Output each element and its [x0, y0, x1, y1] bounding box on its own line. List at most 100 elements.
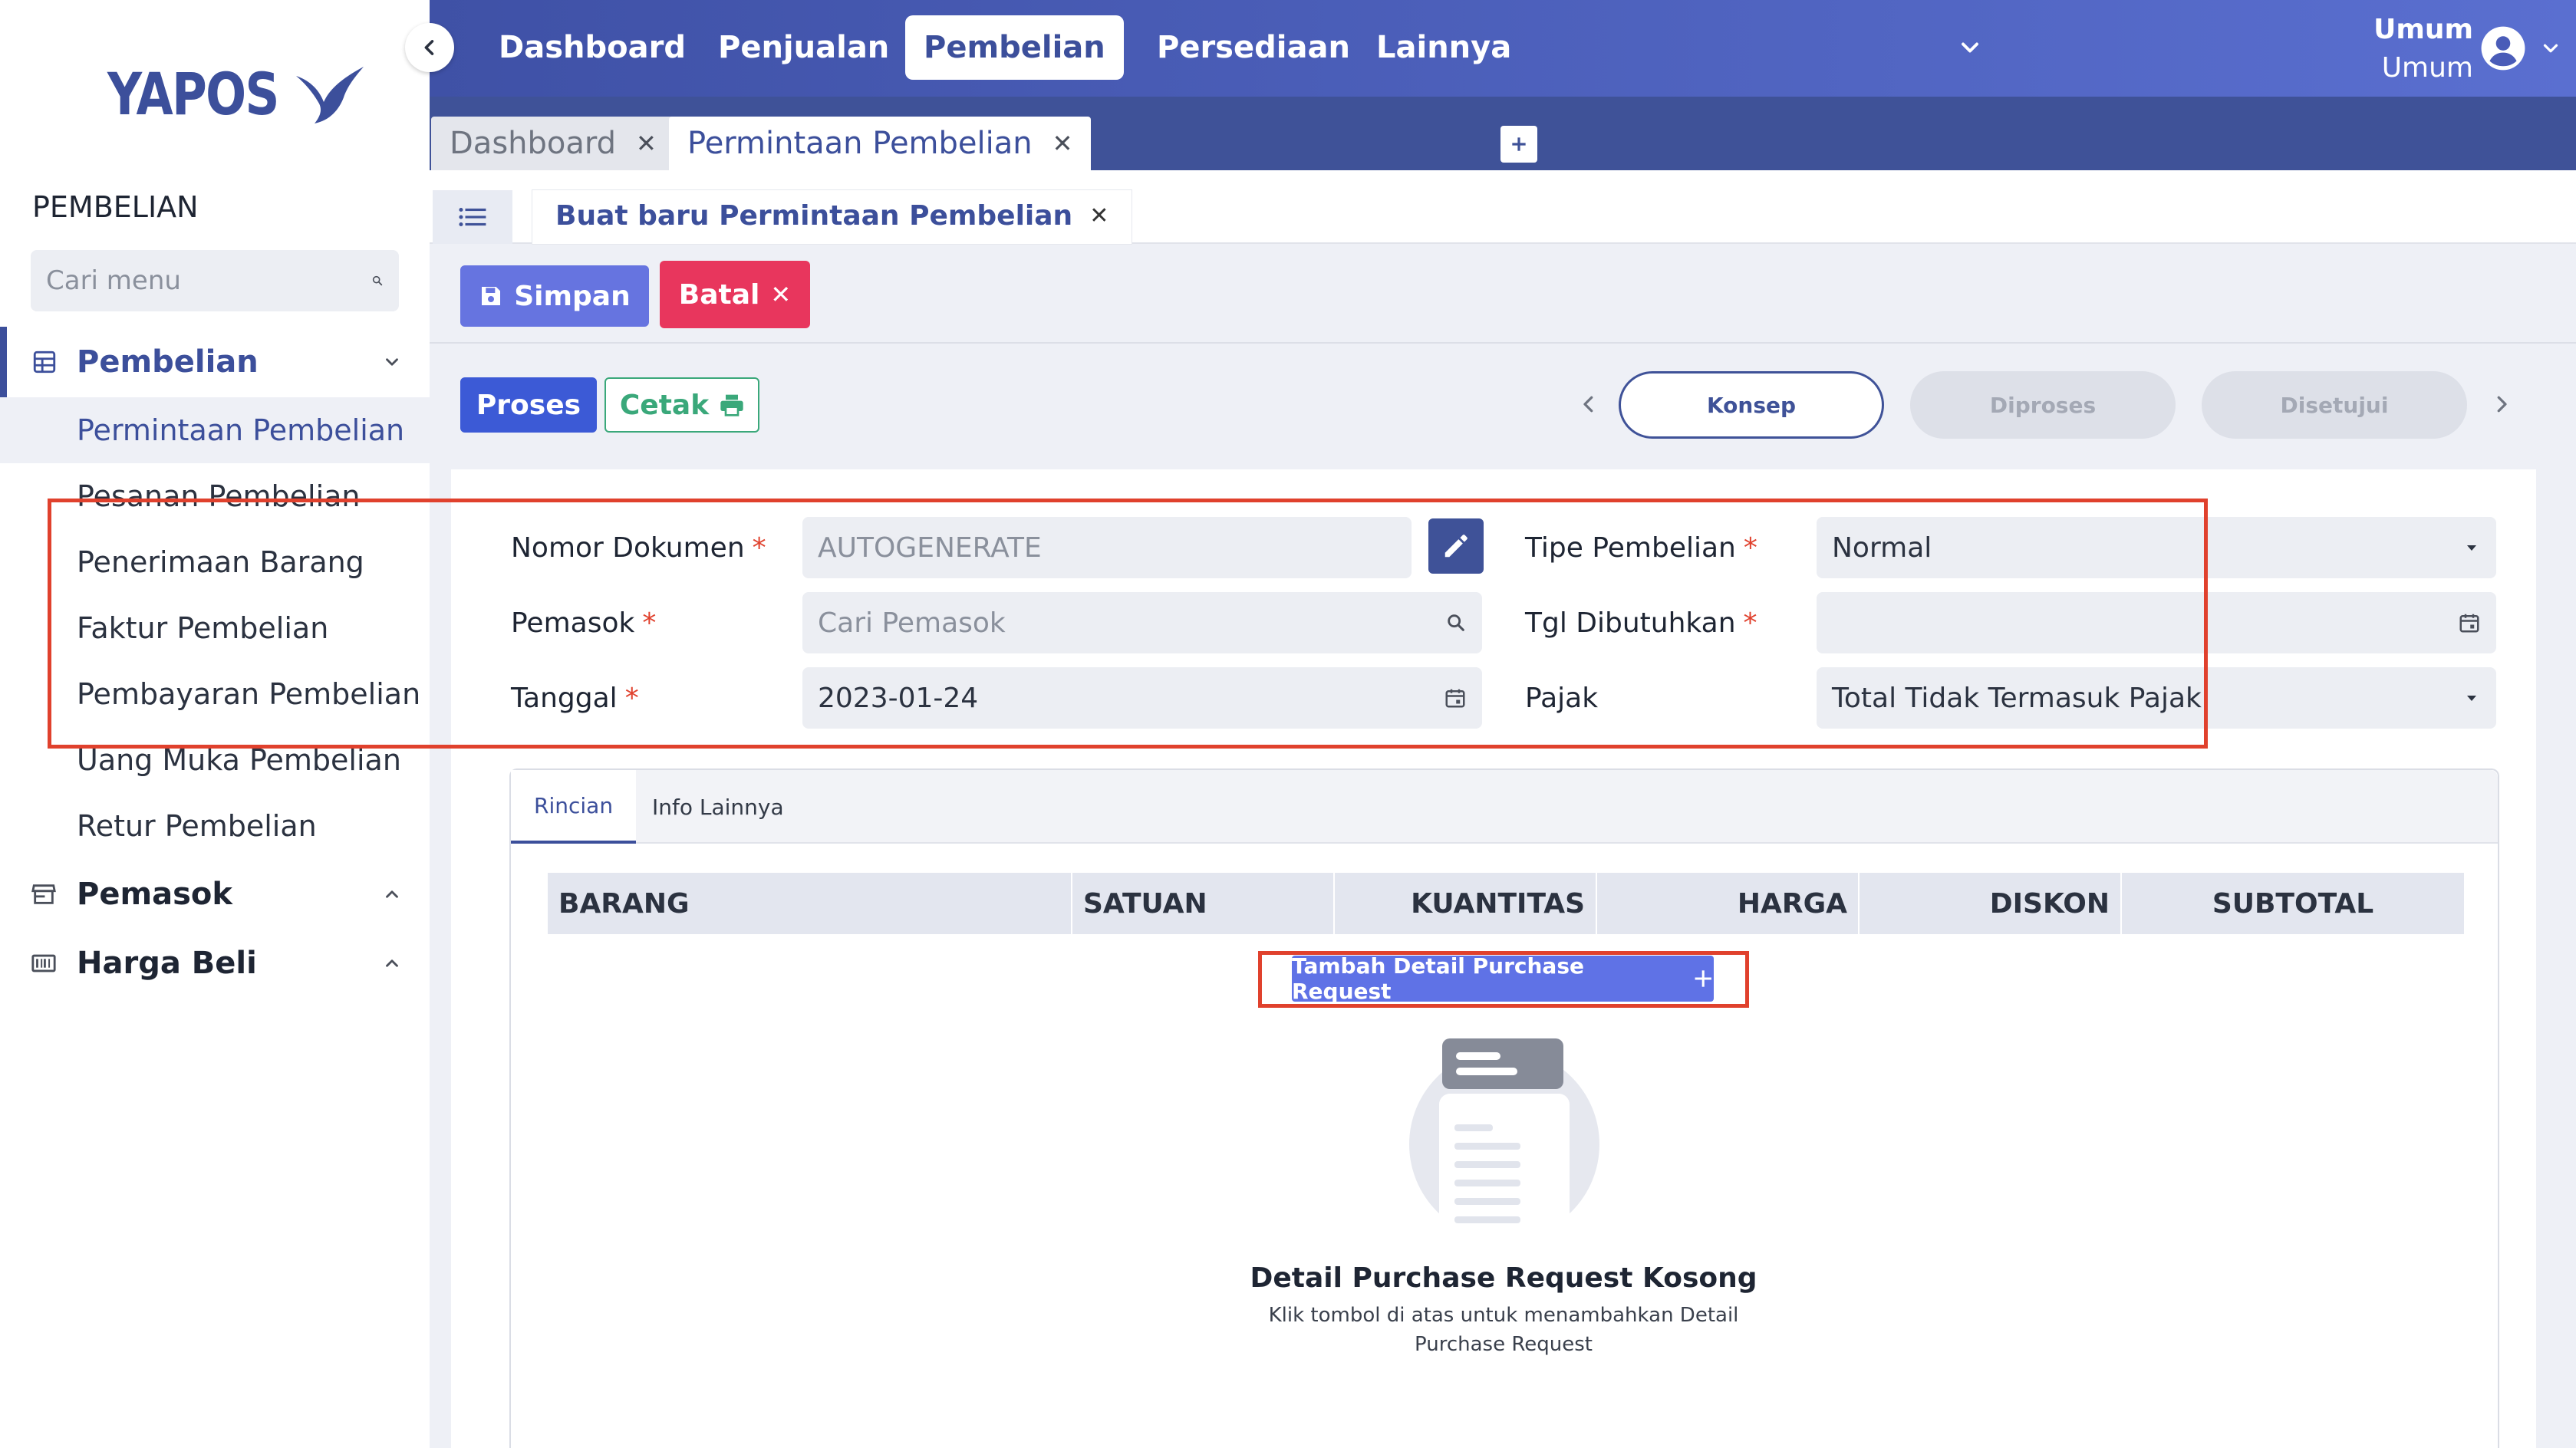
sidebar-item-uang-muka-pembelian[interactable]: Uang Muka Pembelian: [0, 727, 430, 793]
chevron-left-icon[interactable]: [1577, 393, 1600, 416]
tab-label: Buat baru Permintaan Pembelian: [555, 200, 1073, 232]
tab-rincian[interactable]: Rincian: [511, 770, 637, 844]
grid-table-icon: [33, 350, 56, 374]
tipe-pembelian-select[interactable]: Normal: [1817, 517, 2496, 578]
save-icon: [482, 287, 501, 305]
tanggal-field[interactable]: 2023-01-24: [802, 667, 1482, 729]
list-icon: [459, 207, 486, 227]
tab-permintaan-pembelian[interactable]: Permintaan Pembelian ✕: [669, 117, 1092, 170]
nav-dashboard[interactable]: Dashboard: [480, 15, 704, 80]
add-detail-button[interactable]: Tambah Detail Purchase Request: [1292, 953, 1714, 1004]
process-button[interactable]: Proses: [460, 377, 597, 433]
tanggal-label: Tanggal *: [511, 667, 639, 729]
pajak-value: Total Tidak Termasuk Pajak: [1832, 682, 2202, 714]
required-mark: *: [642, 607, 657, 639]
sidebar-item-pembayaran-pembelian[interactable]: Pembayaran Pembelian: [0, 661, 430, 727]
column-header-subtotal[interactable]: SUBTOTAL: [2122, 873, 2464, 934]
pajak-label: Pajak: [1525, 667, 1598, 729]
nav-penjualan[interactable]: Penjualan: [700, 15, 908, 80]
workflow-step-konsep[interactable]: Konsep: [1619, 371, 1884, 439]
sidebar-group-label: Harga Beli: [77, 946, 257, 981]
column-header-barang[interactable]: BARANG: [548, 873, 1072, 934]
close-icon[interactable]: ✕: [1052, 129, 1073, 158]
chevron-right-icon[interactable]: [2490, 393, 2513, 416]
sidebar-item-permintaan-pembelian[interactable]: Permintaan Pembelian: [0, 397, 430, 463]
workflow-step-diproses[interactable]: Diproses: [1910, 371, 2176, 439]
required-mark: *: [624, 682, 639, 714]
pemasok-search-input[interactable]: [818, 607, 1445, 639]
sidebar-group-pemasok[interactable]: Pemasok: [0, 859, 430, 930]
tab-label: Dashboard: [450, 126, 617, 161]
caret-down-icon: [2467, 545, 2476, 551]
nav-pembelian[interactable]: Pembelian: [905, 15, 1124, 80]
close-icon[interactable]: ✕: [1089, 202, 1108, 229]
menu-search[interactable]: [31, 250, 399, 311]
nav-persediaan[interactable]: Persediaan: [1138, 15, 1369, 80]
detail-table-header: BARANG SATUAN KUANTITAS HARGA DISKON SUB…: [548, 873, 2464, 934]
document-tabs: Dashboard ✕ Permintaan Pembelian ✕: [430, 97, 2576, 170]
process-label: Proses: [476, 389, 581, 421]
chevron-down-icon[interactable]: [382, 352, 402, 372]
workflow-step-disetujui[interactable]: Disetujui: [2202, 371, 2467, 439]
pemasok-field[interactable]: [802, 592, 1482, 653]
list-view-button[interactable]: [433, 190, 512, 244]
sidebar-group-pembelian[interactable]: Pembelian: [0, 327, 430, 397]
printer-icon: [720, 394, 743, 416]
close-icon[interactable]: ✕: [636, 129, 657, 158]
chevron-down-icon[interactable]: [1956, 34, 1984, 61]
nomor-dokumen-field[interactable]: [802, 517, 1412, 578]
brand-name: YAPOS: [107, 60, 279, 128]
save-button[interactable]: Simpan: [460, 265, 649, 327]
chevron-down-icon[interactable]: [2539, 37, 2562, 60]
print-button[interactable]: Cetak: [604, 377, 759, 433]
column-header-harga[interactable]: HARGA: [1597, 873, 1860, 934]
required-mark: *: [1743, 607, 1757, 639]
add-tab-button[interactable]: [1500, 126, 1537, 163]
print-label: Cetak: [619, 389, 710, 421]
top-navigation: Dashboard Penjualan Pembelian Persediaan…: [430, 0, 2576, 97]
tab-info-lainnya[interactable]: Info Lainnya: [629, 770, 807, 844]
store-icon: [31, 884, 56, 904]
calendar-icon[interactable]: [1444, 686, 1467, 709]
brand-logo[interactable]: YAPOS: [107, 60, 367, 128]
user-avatar-icon[interactable]: [2479, 25, 2527, 72]
search-icon[interactable]: [371, 269, 384, 292]
tab-label: Permintaan Pembelian: [687, 126, 1033, 161]
required-mark: *: [752, 531, 766, 564]
search-icon[interactable]: [1445, 612, 1467, 634]
tanggal-value: 2023-01-24: [818, 682, 979, 714]
nomor-dokumen-label: Nomor Dokumen *: [511, 517, 766, 578]
collapse-sidebar-button[interactable]: [405, 23, 454, 72]
column-header-diskon[interactable]: DISKON: [1860, 873, 2122, 934]
tab-dashboard[interactable]: Dashboard ✕: [431, 117, 675, 170]
sidebar-item-penerimaan-barang[interactable]: Penerimaan Barang: [0, 529, 430, 595]
label-text: Nomor Dokumen: [511, 531, 745, 564]
cancel-button[interactable]: Batal ✕: [660, 261, 810, 328]
column-header-satuan[interactable]: SATUAN: [1072, 873, 1335, 934]
sub-tab-bar: Buat baru Permintaan Pembelian ✕: [430, 170, 2576, 244]
sidebar-item-pesanan-pembelian[interactable]: Pesanan Pembelian: [0, 463, 430, 529]
chevron-up-icon[interactable]: [382, 953, 402, 973]
user-name: Umum: [2373, 14, 2473, 45]
empty-document-illustration: [1409, 1038, 1599, 1227]
calendar-icon[interactable]: [2458, 611, 2481, 634]
sidebar-item-retur-pembelian[interactable]: Retur Pembelian: [0, 793, 430, 859]
pajak-select[interactable]: Total Tidak Termasuk Pajak: [1817, 667, 2496, 729]
column-header-kuantitas[interactable]: KUANTITAS: [1335, 873, 1597, 934]
required-mark: *: [1743, 531, 1757, 564]
chevron-up-icon[interactable]: [382, 884, 402, 904]
tgl-dibutuhkan-field[interactable]: [1817, 592, 2496, 653]
sidebar-item-faktur-pembelian[interactable]: Faktur Pembelian: [0, 595, 430, 661]
tab-buat-baru[interactable]: Buat baru Permintaan Pembelian ✕: [532, 190, 1132, 244]
menu-search-input[interactable]: [46, 265, 371, 296]
cancel-label: Batal: [678, 278, 760, 311]
chevron-left-icon: [424, 40, 434, 55]
tipe-pembelian-label: Tipe Pembelian *: [1525, 517, 1757, 578]
empty-state-title: Detail Purchase Request Kosong: [1250, 1262, 1757, 1294]
label-text: Tipe Pembelian: [1525, 531, 1736, 564]
sidebar-group-harga-beli[interactable]: Harga Beli: [0, 928, 430, 999]
nav-lainnya[interactable]: Lainnya: [1358, 15, 1530, 80]
user-info[interactable]: Umum Umum: [2373, 11, 2473, 87]
edit-document-number-button[interactable]: [1428, 518, 1484, 574]
nomor-dokumen-input[interactable]: [818, 531, 1396, 564]
